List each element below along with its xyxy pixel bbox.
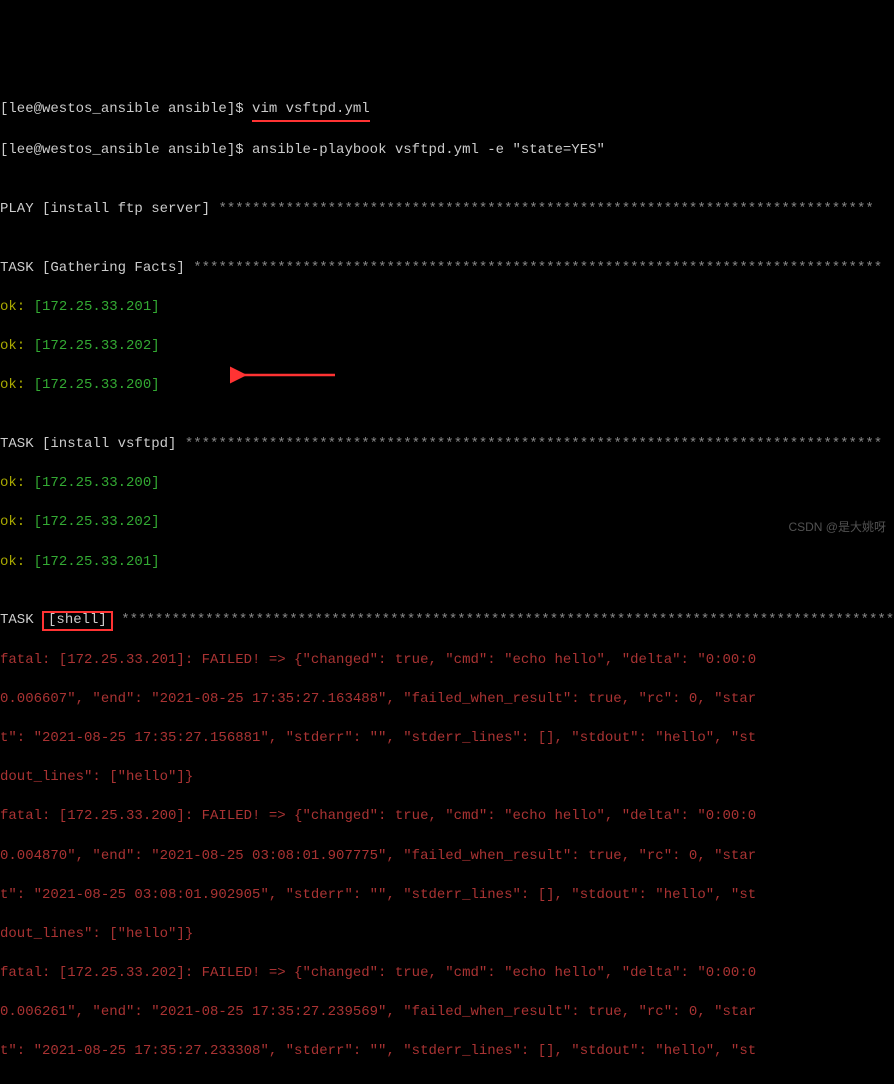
fatal-line: t": "2021-08-25 17:35:27.156881", "stder…	[0, 729, 894, 749]
ok-host: [172.25.33.202]	[34, 338, 160, 354]
fatal-line: 0.006607", "end": "2021-08-25 17:35:27.1…	[0, 690, 894, 710]
ok-status: ok:	[0, 338, 34, 354]
fatal-line: fatal: [172.25.33.202]: FAILED! => {"cha…	[0, 964, 894, 984]
fatal-line: dout_lines": ["hello"]}	[0, 1082, 894, 1084]
ok-host: [172.25.33.200]	[34, 475, 160, 491]
ok-status: ok:	[0, 299, 34, 315]
ok-status: ok:	[0, 377, 34, 393]
task-gathering-facts: TASK [Gathering Facts]	[0, 260, 193, 276]
ok-host: [172.25.33.201]	[34, 299, 160, 315]
watermark-text: CSDN @是大姚呀	[788, 519, 886, 536]
ok-host: [172.25.33.200]	[34, 377, 160, 393]
shell-prompt: [lee@westos_ansible ansible]$	[0, 101, 252, 117]
star-divider: ****************************************…	[218, 201, 873, 217]
task-shell-pre: TASK	[0, 612, 42, 628]
ansible-command: ansible-playbook vsftpd.yml -e "state=YE…	[252, 142, 605, 158]
vim-command-highlight: vim vsftpd.yml	[252, 100, 370, 122]
fatal-line: dout_lines": ["hello"]}	[0, 768, 894, 788]
ok-host: [172.25.33.202]	[34, 514, 160, 530]
fatal-line: t": "2021-08-25 17:35:27.233308", "stder…	[0, 1042, 894, 1062]
fatal-line: 0.006261", "end": "2021-08-25 17:35:27.2…	[0, 1003, 894, 1023]
star-divider: ****************************************…	[193, 260, 882, 276]
shell-prompt: [lee@westos_ansible ansible]$	[0, 142, 252, 158]
terminal-output[interactable]: [lee@westos_ansible ansible]$ vim vsftpd…	[0, 78, 894, 1084]
ok-status: ok:	[0, 554, 34, 570]
star-divider: ****************************************…	[113, 612, 894, 628]
fatal-line: dout_lines": ["hello"]}	[0, 925, 894, 945]
fatal-line: 0.004870", "end": "2021-08-25 03:08:01.9…	[0, 847, 894, 867]
ok-status: ok:	[0, 475, 34, 491]
task-shell-label: [shell]	[48, 612, 107, 628]
fatal-line: fatal: [172.25.33.200]: FAILED! => {"cha…	[0, 807, 894, 827]
star-divider: ****************************************…	[185, 436, 882, 452]
fatal-line: t": "2021-08-25 03:08:01.902905", "stder…	[0, 886, 894, 906]
play-header: PLAY [install ftp server]	[0, 201, 218, 217]
ok-status: ok:	[0, 514, 34, 530]
task-shell-highlight-box: [shell]	[42, 611, 113, 630]
ok-host: [172.25.33.201]	[34, 554, 160, 570]
fatal-line: fatal: [172.25.33.201]: FAILED! => {"cha…	[0, 651, 894, 671]
task-install-vsftpd: TASK [install vsftpd]	[0, 436, 185, 452]
